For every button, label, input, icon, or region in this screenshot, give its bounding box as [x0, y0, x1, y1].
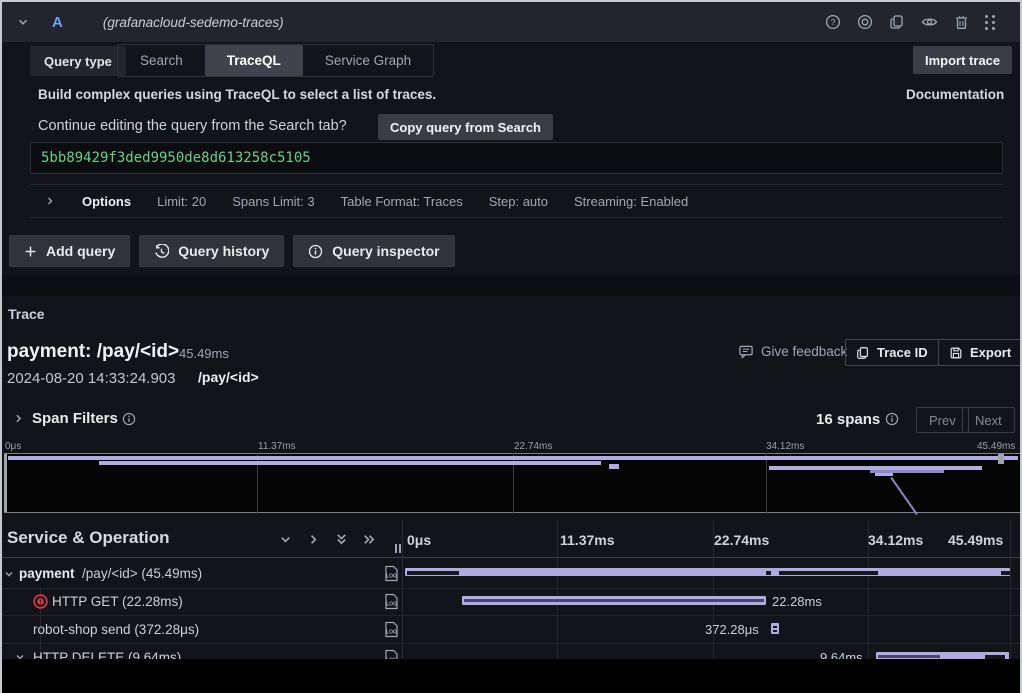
section-divider [2, 275, 1022, 296]
span-bar-http-get[interactable] [462, 596, 766, 605]
svg-text:LOG: LOG [386, 630, 397, 636]
query-value: 5bb89429f3ded9950de8d613258c5105 [41, 150, 311, 166]
log-icon[interactable]: LOG [384, 565, 399, 582]
expand-all-icon[interactable] [362, 532, 377, 547]
info-circle-icon [308, 244, 323, 259]
timeline-tick: 11.37ms [560, 532, 615, 548]
add-query-button[interactable]: Add query [9, 235, 130, 267]
error-icon [33, 594, 48, 609]
tab-traceql[interactable]: TraceQL [205, 45, 303, 76]
tab-service-graph[interactable]: Service Graph [303, 45, 433, 76]
drag-handle-icon[interactable] [985, 15, 996, 30]
minimap-tick: 34.12ms [766, 441, 804, 452]
timeline-tick: 0μs [407, 532, 431, 548]
query-actions: Add query Query history Query inspector [9, 235, 455, 267]
minimap-tick: 11.37ms [258, 441, 296, 452]
timeline-tick: 45.49ms [948, 532, 1003, 548]
option-table-format: Table Format: Traces [341, 194, 463, 209]
comment-icon [738, 344, 754, 359]
trace-duration: 45.49ms [179, 346, 229, 361]
collapse-all-icon[interactable] [334, 532, 349, 547]
plus-icon [24, 245, 37, 258]
query-type-tabs: Search TraceQL Service Graph [117, 44, 434, 77]
option-streaming: Streaming: Enabled [574, 194, 688, 209]
column-resize-handle[interactable] [395, 544, 401, 553]
prev-span-button[interactable]: Prev [916, 407, 969, 433]
log-icon[interactable]: LOG [384, 593, 399, 610]
grafana-trace-view: A (grafanacloud-sedemo-traces) ? Query t… [0, 0, 1022, 693]
copy-query-from-search-button[interactable]: Copy query from Search [378, 114, 553, 140]
minimap-right-handle[interactable] [998, 454, 1004, 464]
save-icon [949, 346, 963, 360]
give-feedback-link[interactable]: Give feedback [738, 344, 847, 359]
trace-timestamp: 2024-08-20 14:33:24.903 [7, 370, 175, 387]
tab-search[interactable]: Search [118, 45, 205, 76]
query-inspector-button[interactable]: Query inspector [293, 235, 454, 267]
root-operation: /pay/<id> [198, 369, 259, 385]
help-icon[interactable]: ? [825, 14, 841, 30]
svg-text:LOG: LOG [386, 574, 397, 580]
span-count-info-icon[interactable] [885, 412, 899, 426]
log-icon[interactable]: LOG [384, 621, 399, 638]
trace-panel-title: Trace [8, 306, 45, 322]
collapse-one-icon[interactable] [278, 532, 293, 547]
option-step: Step: auto [489, 194, 548, 209]
minimap-span-bar [875, 473, 893, 476]
options-label[interactable]: Options [82, 194, 131, 209]
query-row-header: A (grafanacloud-sedemo-traces) ? [2, 2, 1022, 42]
span-count: 16 spans [816, 411, 880, 428]
svg-text:LOG: LOG [386, 602, 397, 608]
collapse-query-icon[interactable] [16, 15, 30, 29]
eye-icon[interactable] [921, 14, 938, 30]
span-row[interactable]: payment /pay/<id> (45.49ms) [19, 566, 202, 581]
option-limit: Limit: 20 [157, 194, 206, 209]
service-operation-header: Service & Operation [7, 528, 170, 548]
span-bar-payment[interactable] [405, 568, 1010, 576]
minimap-tick: 22.74ms [514, 441, 552, 452]
continue-editing-text: Continue editing the query from the Sear… [38, 118, 347, 134]
minimap-span-bar [99, 461, 601, 465]
span-filters-info-icon[interactable] [122, 412, 136, 426]
import-trace-button[interactable]: Import trace [913, 46, 1012, 74]
options-row: Options Limit: 20 Spans Limit: 3 Table F… [30, 184, 1003, 218]
torn-edge [2, 659, 1022, 693]
row-collapse-icon[interactable] [3, 568, 15, 580]
svg-text:?: ? [831, 17, 836, 27]
span-filters-label[interactable]: Span Filters [32, 410, 118, 427]
minimap-tick: 45.49ms [977, 441, 1015, 452]
span-filters-chevron-icon[interactable] [12, 412, 25, 425]
datasource-name[interactable]: (grafanacloud-sedemo-traces) [103, 15, 284, 30]
minimap-span-bar [8, 456, 1018, 460]
span-row[interactable]: robot-shop send (372.28μs) [33, 622, 199, 637]
trash-icon[interactable] [954, 14, 969, 30]
trace-id-button[interactable]: Trace ID [845, 339, 939, 366]
query-type-label: Query type [30, 46, 126, 76]
next-span-button[interactable]: Next [962, 407, 1015, 433]
span-duration: 372.28μs [705, 622, 759, 637]
span-bar-robot-shop-send[interactable] [771, 623, 779, 634]
traceql-hint: Build complex queries using TraceQL to s… [38, 87, 436, 102]
timeline-tick: 22.74ms [714, 532, 769, 548]
query-ref-id[interactable]: A [52, 14, 63, 31]
timeline-tick: 34.12ms [868, 532, 923, 548]
minimap-left-handle[interactable] [4, 454, 7, 512]
minimap-gridline [766, 453, 767, 513]
traceql-query-input[interactable]: 5bb89429f3ded9950de8d613258c5105 [30, 142, 1003, 174]
history-icon [154, 244, 169, 259]
export-button[interactable]: Export [938, 339, 1022, 366]
minimap-tick: 0μs [5, 441, 21, 452]
record-icon[interactable] [857, 14, 873, 30]
header-divider [2, 557, 1022, 558]
duplicate-icon[interactable] [889, 14, 905, 30]
option-spans-limit: Spans Limit: 3 [232, 194, 314, 209]
options-chevron-icon[interactable] [44, 195, 56, 207]
minimap-span-bar [609, 464, 619, 469]
span-duration: 22.28ms [772, 594, 822, 609]
query-history-button[interactable]: Query history [139, 235, 284, 267]
copy-icon [856, 346, 870, 360]
expand-one-icon[interactable] [306, 532, 321, 547]
documentation-link[interactable]: Documentation [906, 87, 1004, 102]
span-row[interactable]: HTTP GET (22.28ms) [52, 594, 183, 609]
trace-title: payment: /pay/<id> [7, 341, 179, 363]
